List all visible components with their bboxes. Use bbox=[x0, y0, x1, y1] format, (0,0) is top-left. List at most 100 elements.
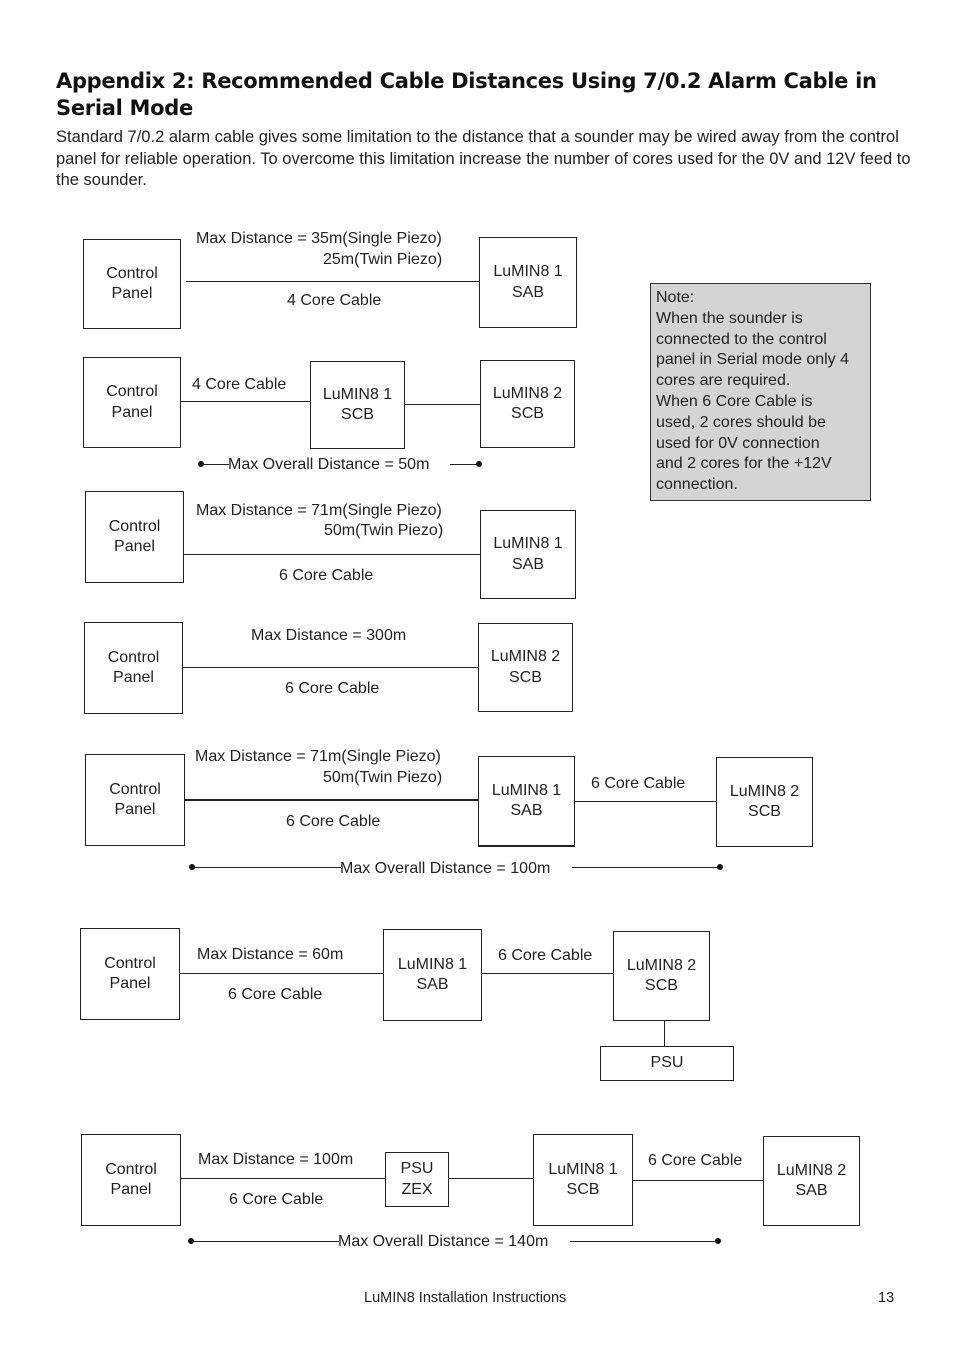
note-line: panel in Serial mode only 4 bbox=[656, 351, 850, 369]
cable-line bbox=[449, 1178, 533, 1179]
cable-line bbox=[185, 799, 478, 801]
note-box: Note: When the sounder is connected to t… bbox=[650, 283, 871, 501]
dimension-line bbox=[201, 464, 229, 465]
node-label: Panel bbox=[110, 1181, 152, 1198]
node-label: LuMIN8 1 bbox=[493, 535, 563, 552]
control-panel-box: Control Panel bbox=[85, 754, 185, 846]
dimension-endpoint bbox=[715, 1238, 721, 1244]
node-label: SAB bbox=[510, 802, 543, 819]
cable-line bbox=[482, 973, 613, 974]
node-label: SCB bbox=[341, 406, 374, 423]
cable-line bbox=[184, 554, 480, 555]
lumin8-1-sab-box: LuMIN8 1 SAB bbox=[478, 756, 575, 847]
psu-zex-box: PSU ZEX bbox=[385, 1152, 449, 1207]
lumin8-1-sab-box: LuMIN8 1 SAB bbox=[383, 929, 482, 1021]
lumin8-2-scb-box: LuMIN8 2 SCB bbox=[716, 757, 813, 847]
note-line: cores are required. bbox=[656, 372, 791, 390]
node-label: SCB bbox=[509, 668, 542, 686]
cable-label: 4 Core Cable bbox=[192, 376, 287, 393]
node-label: SAB bbox=[416, 976, 449, 993]
node-label: Panel bbox=[109, 975, 151, 992]
max-distance-label: Max Distance = 60m bbox=[197, 946, 344, 963]
lumin8-1-sab-box: LuMIN8 1 SAB bbox=[480, 510, 576, 599]
cable-label: 6 Core Cable bbox=[279, 567, 374, 584]
node-label: SAB bbox=[511, 283, 544, 301]
cable-line bbox=[575, 801, 716, 802]
dimension-line bbox=[572, 867, 720, 868]
max-distance-label: Max Distance = 300m bbox=[251, 627, 407, 644]
cable-label-2: 6 Core Cable bbox=[591, 775, 686, 792]
note-line: When the sounder is bbox=[656, 309, 803, 327]
psu-connector-line bbox=[664, 1021, 665, 1047]
note-line: Note: bbox=[656, 289, 695, 306]
node-label: SCB bbox=[748, 803, 781, 820]
footer-title: LuMIN8 Installation Instructions bbox=[364, 1290, 567, 1306]
cable-label-2: 6 Core Cable bbox=[498, 947, 593, 964]
max-distance-label: Max Distance = 71m(Single Piezo) bbox=[195, 748, 441, 765]
node-label: SCB bbox=[645, 977, 678, 994]
dimension-endpoint bbox=[476, 461, 482, 467]
cable-label: 6 Core Cable bbox=[228, 986, 323, 1003]
node-label: SAB bbox=[511, 555, 544, 573]
note-line: used, 2 cores should be bbox=[656, 413, 826, 431]
node-label: Panel bbox=[114, 538, 155, 555]
max-distance-label-2: 25m(Twin Piezo) bbox=[323, 251, 443, 268]
node-label: LuMIN8 1 bbox=[491, 781, 562, 799]
node-label: Panel bbox=[111, 285, 153, 302]
node-label: PSU bbox=[400, 1160, 434, 1177]
dimension-line bbox=[191, 1241, 339, 1242]
node-label: Control bbox=[106, 383, 158, 400]
cable-line bbox=[181, 1178, 385, 1179]
node-label: Panel bbox=[113, 669, 154, 686]
cable-label-2: 6 Core Cable bbox=[648, 1152, 743, 1169]
node-label: Control bbox=[108, 517, 161, 535]
max-distance-label: Max Distance = 100m bbox=[198, 1151, 354, 1168]
node-label: Control bbox=[104, 954, 156, 972]
note-line: connected to the control bbox=[656, 330, 827, 348]
max-distance-label: Max Distance = 71m(Single Piezo) bbox=[196, 502, 442, 519]
page-number: 13 bbox=[878, 1290, 895, 1306]
cable-label: 6 Core Cable bbox=[286, 813, 381, 830]
psu-box: PSU bbox=[600, 1046, 734, 1081]
node-label: Panel bbox=[114, 801, 156, 818]
node-label: Control bbox=[107, 648, 160, 666]
note-line: used for 0V connection bbox=[656, 434, 820, 452]
cable-line bbox=[405, 404, 481, 405]
node-label: Control bbox=[106, 264, 158, 282]
cable-label: 6 Core Cable bbox=[229, 1191, 324, 1208]
note-line: and 2 cores for the +12V bbox=[656, 455, 832, 473]
node-label: Control bbox=[109, 780, 161, 798]
cable-line bbox=[180, 973, 383, 974]
node-label: LuMIN8 2 bbox=[626, 956, 697, 974]
control-panel-box: Control Panel bbox=[85, 491, 184, 583]
intro-paragraph: Standard 7/0.2 alarm cable gives some li… bbox=[56, 128, 911, 189]
node-label: LuMIN8 1 bbox=[548, 1160, 618, 1178]
node-label: Panel bbox=[111, 403, 153, 421]
node-label: Control bbox=[105, 1160, 157, 1178]
control-panel-box: Control Panel bbox=[80, 928, 180, 1020]
lumin8-2-scb-box: LuMIN8 2 SCB bbox=[478, 623, 573, 712]
cable-label: 4 Core Cable bbox=[287, 292, 382, 309]
lumin8-1-sab-box: LuMIN8 1 SAB bbox=[479, 237, 577, 328]
cable-line bbox=[181, 401, 310, 402]
lumin8-1-scb-box: LuMIN8 1 SCB bbox=[533, 1134, 633, 1226]
lumin8-2-scb-box: LuMIN8 2 SCB bbox=[480, 360, 575, 448]
control-panel-box: Control Panel bbox=[84, 622, 183, 714]
node-label: LuMIN8 1 bbox=[493, 263, 563, 280]
node-label: LuMIN8 2 bbox=[776, 1161, 847, 1179]
lumin8-1-scb-box: LuMIN8 1 SCB bbox=[310, 361, 405, 449]
node-label: LuMIN8 1 bbox=[397, 955, 468, 973]
dimension-line bbox=[450, 464, 478, 465]
note-line: When 6 Core Cable is bbox=[656, 392, 813, 410]
overall-distance-label: Max Overall Distance = 140m bbox=[338, 1233, 549, 1250]
overall-distance-label: Max Overall Distance = 50m bbox=[228, 456, 430, 473]
lumin8-2-sab-box: LuMIN8 2 SAB bbox=[763, 1136, 860, 1226]
control-panel-box: Control Panel bbox=[81, 1134, 181, 1226]
cable-line bbox=[183, 667, 478, 668]
cable-line bbox=[186, 281, 479, 282]
node-label: PSU bbox=[650, 1054, 684, 1072]
node-label: LuMIN8 1 bbox=[322, 385, 393, 403]
max-distance-label-2: 50m(Twin Piezo) bbox=[323, 769, 443, 786]
node-label: SCB bbox=[511, 405, 544, 422]
node-label: SAB bbox=[795, 1182, 828, 1199]
